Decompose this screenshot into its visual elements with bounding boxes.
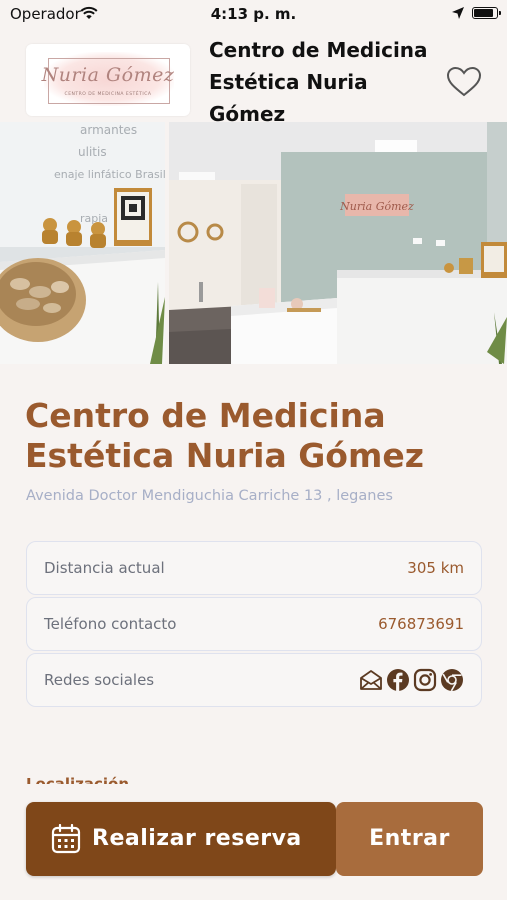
logo-tagline: CENTRO DE MEDICINA ESTÉTICA [64, 92, 152, 97]
location-arrow-icon [452, 7, 464, 19]
logo-text: Nuria Gómez [41, 64, 175, 86]
wall-text-5: rapia [80, 212, 108, 225]
social-label: Redes sociales [44, 671, 155, 689]
status-bar: Operador 4:13 p. m. [0, 0, 507, 28]
phone-label: Teléfono contacto [44, 615, 177, 633]
gallery-photo-lobby[interactable]: Nuria Gómez [169, 122, 507, 364]
clinic-logo: Nuria Gómez CENTRO DE MEDICINA ESTÉTICA [26, 44, 190, 116]
distance-label: Distancia actual [44, 559, 165, 577]
reserve-button-label: Realizar reserva [92, 826, 302, 851]
battery-icon [472, 7, 501, 19]
clinic-address[interactable]: Avenida Doctor Mendiguchia Carriche 13 ,… [26, 488, 486, 504]
heart-icon[interactable] [446, 66, 482, 98]
chrome-icon[interactable] [440, 668, 464, 692]
facebook-icon[interactable] [386, 668, 410, 692]
wall-text-1: armantes [80, 123, 137, 137]
mail-icon[interactable] [359, 668, 383, 692]
header: Nuria Gómez CENTRO DE MEDICINA ESTÉTICA … [0, 28, 507, 126]
distance-row: Distancia actual 305 km [26, 541, 482, 595]
calendar-icon [51, 824, 81, 854]
social-row: Redes sociales [26, 653, 482, 707]
phone-value[interactable]: 676873691 [378, 615, 464, 633]
wall-text-3: enaje linfático Brasileño [54, 168, 165, 181]
clinic-name: Centro de Medicina Estética Nuria Gómez [25, 396, 424, 475]
wall-text-2: ulitis [78, 145, 107, 159]
reserve-button[interactable]: Realizar reserva [26, 802, 336, 876]
section-heading-location: Localización [26, 775, 130, 784]
enter-button[interactable]: Entrar [336, 802, 483, 876]
phone-row[interactable]: Teléfono contacto 676873691 [26, 597, 482, 651]
lobby-sign-text: Nuria Gómez [339, 200, 414, 213]
clock: 4:13 p. m. [210, 5, 297, 23]
distance-value: 305 km [407, 559, 464, 577]
enter-button-label: Entrar [369, 826, 450, 851]
gallery-photo-reception[interactable]: armantes ulitis enaje linfático Brasileñ… [0, 122, 165, 364]
social-icons [359, 668, 464, 692]
page-title: Centro de Medicina Estética Nuria Gómez [209, 38, 428, 126]
photo-gallery[interactable]: armantes ulitis enaje linfático Brasileñ… [0, 122, 507, 364]
instagram-icon[interactable] [413, 668, 437, 692]
